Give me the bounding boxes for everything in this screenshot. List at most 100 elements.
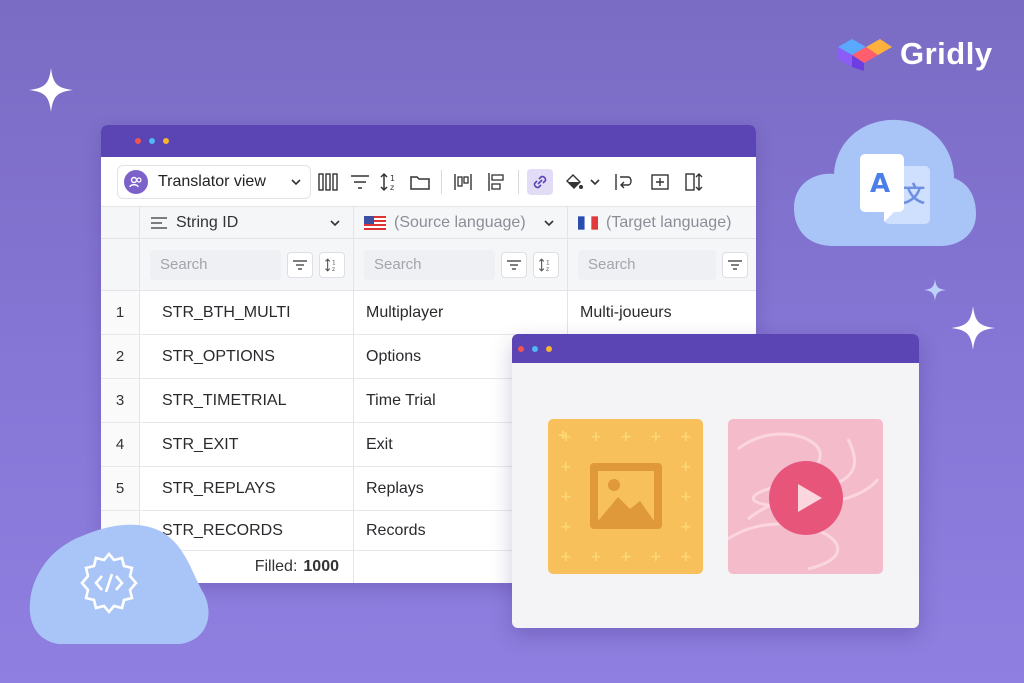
row-number: 5 bbox=[101, 467, 140, 510]
search-input[interactable]: Search bbox=[150, 249, 281, 280]
window-minimize-dot[interactable] bbox=[532, 345, 538, 352]
chevron-down-icon[interactable] bbox=[543, 217, 555, 229]
search-cell-source-language: Search 1z bbox=[354, 239, 568, 290]
svg-text:+: + bbox=[620, 549, 632, 565]
svg-text:+: + bbox=[650, 549, 662, 565]
svg-text:+: + bbox=[680, 459, 692, 475]
search-cell-target-language: Search bbox=[568, 239, 756, 290]
chevron-down-icon[interactable] bbox=[329, 217, 341, 229]
column-height-icon[interactable] bbox=[681, 169, 707, 195]
layout-icon[interactable] bbox=[450, 169, 476, 195]
search-input[interactable]: Search bbox=[364, 249, 495, 280]
text-lines-icon bbox=[151, 216, 167, 229]
filter-icon[interactable] bbox=[347, 169, 373, 195]
gridly-logo-icon bbox=[838, 39, 892, 71]
wrap-icon[interactable] bbox=[611, 169, 637, 195]
svg-text:1: 1 bbox=[390, 174, 395, 183]
grid-header-row: String ID (Source language) (Target lang… bbox=[101, 207, 756, 239]
svg-text:+: + bbox=[680, 489, 692, 505]
svg-text:+: + bbox=[560, 549, 572, 565]
svg-text:z: z bbox=[332, 266, 335, 272]
row-number: 2 bbox=[101, 335, 140, 378]
svg-text:文: 文 bbox=[903, 182, 926, 208]
window-close-dot[interactable] bbox=[518, 345, 524, 352]
svg-text:+: + bbox=[680, 519, 692, 535]
svg-text:z: z bbox=[390, 183, 394, 192]
table-row[interactable]: 1 STR_BTH_MULTI Multiplayer Multi-joueur… bbox=[101, 291, 756, 335]
column-header-label: String ID bbox=[176, 213, 239, 231]
window-titlebar bbox=[512, 334, 919, 363]
link-icon[interactable] bbox=[527, 168, 553, 195]
row-number: 4 bbox=[101, 423, 140, 466]
row-number: 3 bbox=[101, 379, 140, 422]
column-header-string-id[interactable]: String ID bbox=[140, 207, 354, 238]
folder-icon[interactable] bbox=[407, 169, 433, 195]
window-titlebar bbox=[101, 125, 756, 157]
window-minimize-dot[interactable] bbox=[149, 138, 155, 144]
string-id-cell[interactable]: STR_TIMETRIAL bbox=[140, 379, 354, 422]
row-number: 1 bbox=[101, 291, 140, 334]
grid-search-row: Search 1z Search 1z Search bbox=[101, 239, 756, 291]
svg-text:+: + bbox=[650, 429, 662, 445]
svg-text:+: + bbox=[560, 459, 572, 475]
svg-text:+: + bbox=[620, 429, 632, 445]
toolbar-divider bbox=[518, 169, 519, 194]
filled-label: Filled: bbox=[254, 558, 298, 575]
svg-text:+: + bbox=[680, 549, 692, 565]
image-icon bbox=[590, 463, 662, 529]
row-number-header bbox=[101, 207, 140, 238]
svg-text:z: z bbox=[546, 266, 549, 272]
string-id-cell[interactable]: STR_REPLAYS bbox=[140, 467, 354, 510]
string-id-cell[interactable]: STR_EXIT bbox=[140, 423, 354, 466]
add-box-icon[interactable] bbox=[647, 169, 673, 195]
toolbar-divider bbox=[441, 169, 442, 194]
view-selector-label: Translator view bbox=[158, 172, 266, 190]
svg-text:+: + bbox=[590, 549, 602, 565]
sparkle-icon bbox=[951, 306, 995, 350]
search-cell-string-id: Search 1z bbox=[140, 239, 354, 290]
row-number-cell bbox=[101, 239, 140, 290]
svg-text:1: 1 bbox=[332, 260, 336, 266]
us-flag-icon bbox=[364, 215, 386, 230]
translate-icon: 文 A bbox=[860, 154, 930, 224]
paint-bucket-icon[interactable] bbox=[561, 169, 587, 195]
window-maximize-dot[interactable] bbox=[546, 345, 552, 352]
column-header-label: (Source language) bbox=[394, 213, 526, 231]
sort-icon[interactable]: 1z bbox=[319, 251, 345, 278]
grid-toolbar: Translator view 1z bbox=[101, 157, 756, 207]
window-maximize-dot[interactable] bbox=[163, 138, 169, 144]
source-text-cell[interactable]: Multiplayer bbox=[354, 291, 568, 334]
filter-icon[interactable] bbox=[501, 251, 527, 278]
filter-icon[interactable] bbox=[287, 251, 313, 278]
play-icon[interactable] bbox=[768, 460, 844, 536]
string-id-cell[interactable]: STR_OPTIONS bbox=[140, 335, 354, 378]
target-text-cell[interactable]: Multi-joueurs bbox=[568, 291, 756, 334]
svg-text:+: + bbox=[560, 489, 572, 505]
string-id-cell[interactable]: STR_BTH_MULTI bbox=[140, 291, 354, 334]
view-selector[interactable]: Translator view bbox=[117, 164, 311, 199]
svg-text:+: + bbox=[680, 429, 692, 445]
column-header-target-language[interactable]: (Target language) bbox=[568, 207, 756, 238]
svg-text:1: 1 bbox=[546, 260, 550, 266]
brand-logo: Gridly bbox=[838, 36, 993, 72]
chevron-down-icon[interactable] bbox=[589, 176, 601, 188]
sparkle-icon bbox=[924, 279, 946, 301]
search-input[interactable]: Search bbox=[578, 249, 716, 280]
filter-icon[interactable] bbox=[722, 251, 748, 278]
translator-avatar-icon bbox=[124, 169, 148, 194]
column-header-source-language[interactable]: (Source language) bbox=[354, 207, 568, 238]
video-tile[interactable] bbox=[728, 419, 883, 574]
svg-text:+: + bbox=[590, 429, 602, 445]
sparkle-icon bbox=[29, 68, 73, 112]
image-tile[interactable]: + + + + + + + + + + + + + + + + bbox=[548, 419, 703, 574]
filled-value: 1000 bbox=[303, 558, 339, 575]
media-window: + + + + + + + + + + + + + + + + bbox=[512, 334, 919, 628]
align-icon[interactable] bbox=[484, 169, 510, 195]
chevron-down-icon bbox=[291, 178, 301, 185]
sort-icon[interactable]: 1z bbox=[377, 169, 403, 195]
columns-icon[interactable] bbox=[315, 169, 341, 195]
sort-icon[interactable]: 1z bbox=[533, 251, 559, 278]
svg-text:+: + bbox=[560, 519, 572, 535]
svg-text:A: A bbox=[870, 169, 890, 199]
window-close-dot[interactable] bbox=[135, 138, 141, 144]
